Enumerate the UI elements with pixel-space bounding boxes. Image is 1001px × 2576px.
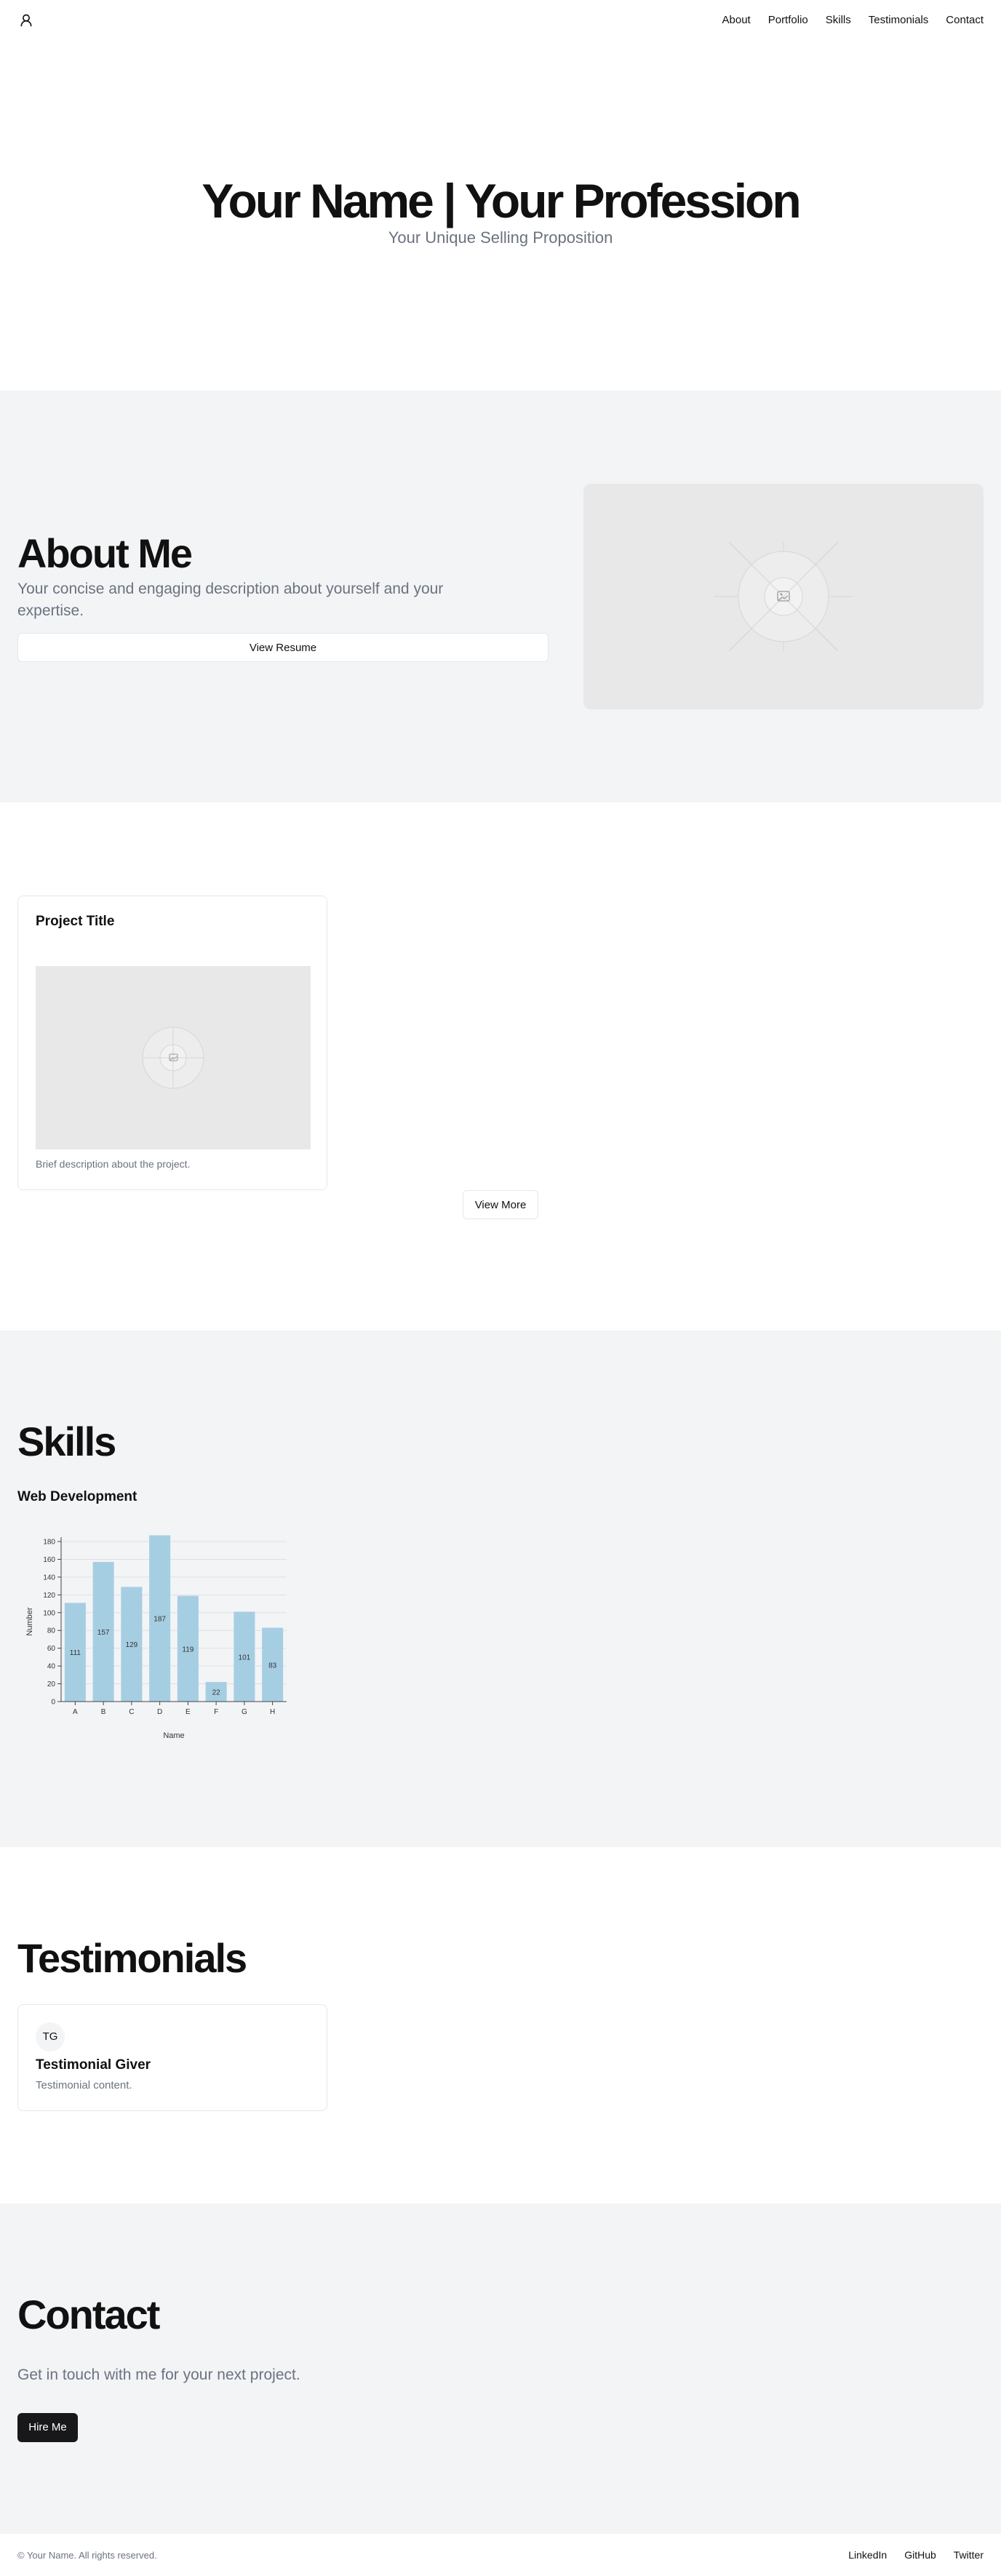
copyright-text: © Your Name. All rights reserved. [17, 2549, 157, 2561]
footer-link-twitter[interactable]: Twitter [954, 2549, 984, 2561]
y-tick-label: 180 [43, 1538, 55, 1546]
testimonial-giver: Testimonial Giver [36, 2057, 151, 2073]
y-tick-label: 20 [47, 1680, 56, 1688]
about-section: About Me Your concise and engaging descr… [0, 391, 1001, 802]
nav-testimonials[interactable]: Testimonials [869, 14, 929, 26]
bar-chart: 0 20 40 60 80 100 120 140 160 180 111 A 157 B 129 C 187 D… [25, 1535, 287, 1740]
project-title: Project Title [36, 914, 115, 929]
y-tick-label: 120 [43, 1591, 55, 1599]
project-card[interactable]: Project Title Brief description about th… [17, 896, 327, 1190]
skills-title: Skills [17, 1419, 116, 1464]
hero-section: Your Name | Your Profession Your Unique … [0, 40, 1001, 391]
y-tick-label: 60 [47, 1645, 56, 1653]
view-more-button[interactable]: View More [463, 1190, 538, 1219]
y-tick-label: 100 [43, 1609, 55, 1617]
bar-value-label: 22 [212, 1688, 221, 1696]
footer-link-linkedin[interactable]: LinkedIn [848, 2549, 887, 2561]
x-tick-label: D [157, 1708, 162, 1716]
avatar: TG [36, 2022, 65, 2051]
bar-value-label: 157 [97, 1629, 110, 1637]
testimonials-title: Testimonials [17, 1935, 247, 1981]
x-tick-label: F [214, 1708, 218, 1716]
x-tick-label: H [270, 1708, 275, 1716]
about-title: About Me [17, 530, 193, 576]
skills-section: Skills Web Development 0 20 40 60 80 100 120 14… [0, 1331, 1001, 1847]
y-axis-label: Number [25, 1607, 34, 1635]
y-tick-label: 80 [47, 1627, 56, 1635]
bar-value-label: 187 [153, 1615, 166, 1623]
nav-about[interactable]: About [722, 14, 751, 26]
x-tick-label: G [242, 1708, 247, 1716]
about-image [583, 484, 984, 709]
view-resume-button[interactable]: View Resume [17, 633, 549, 663]
bar-value-label: 119 [182, 1646, 194, 1654]
bar-value-label: 101 [239, 1654, 251, 1662]
image-placeholder-icon [142, 1026, 204, 1089]
y-tick-label: 160 [43, 1556, 55, 1564]
footer-links: LinkedIn GitHub Twitter [848, 2549, 984, 2561]
contact-title: Contact [17, 2292, 160, 2337]
testimonial-content: Testimonial content. [36, 2078, 132, 2091]
about-description: Your concise and engaging description ab… [17, 581, 444, 619]
bar-value-label: 129 [126, 1641, 138, 1649]
nav-skills[interactable]: Skills [826, 14, 851, 26]
x-tick-label: B [101, 1708, 106, 1716]
about-content: About Me Your concise and engaging descr… [17, 530, 549, 663]
testimonial-card: TG Testimonial Giver Testimonial content… [17, 2003, 327, 2111]
project-image [36, 966, 311, 1149]
y-tick-label: 140 [43, 1574, 55, 1582]
x-axis-label: Name [163, 1731, 184, 1740]
contact-text: Get in touch with me for your next proje… [17, 2366, 300, 2383]
site-header: About Portfolio Skills Testimonials Cont… [0, 0, 1001, 40]
bar-value-label: 83 [268, 1662, 277, 1670]
y-tick-label: 0 [51, 1698, 55, 1706]
x-tick-label: C [129, 1708, 134, 1716]
hire-me-button[interactable]: Hire Me [17, 2412, 78, 2442]
nav-portfolio[interactable]: Portfolio [768, 14, 808, 26]
footer-link-github[interactable]: GitHub [904, 2549, 936, 2561]
y-tick-label: 40 [47, 1662, 56, 1670]
site-footer: © Your Name. All rights reserved. Linked… [0, 2534, 1001, 2576]
nav-contact[interactable]: Contact [946, 14, 984, 26]
hero-title: Your Name | Your Profession [202, 174, 801, 228]
x-tick-label: E [186, 1708, 191, 1716]
main-nav: About Portfolio Skills Testimonials Cont… [722, 14, 984, 26]
hero-subtitle: Your Unique Selling Proposition [388, 228, 613, 247]
project-description: Brief description about the project. [36, 1158, 191, 1170]
testimonials-section: Testimonials TG Testimonial Giver Testim… [0, 1847, 1001, 2204]
image-placeholder-icon [714, 541, 853, 652]
contact-section: Contact Get in touch with me for your ne… [0, 2204, 1001, 2534]
skill-category-title: Web Development [17, 1488, 137, 1504]
skills-chart: 0 20 40 60 80 100 120 140 160 180 111 A 157 B 129 C 187 D… [17, 1527, 308, 1760]
x-tick-label: A [73, 1708, 78, 1716]
portfolio-section: Project Title Brief description about th… [0, 802, 1001, 1331]
user-icon[interactable] [17, 12, 35, 29]
bar-value-label: 111 [70, 1649, 81, 1657]
